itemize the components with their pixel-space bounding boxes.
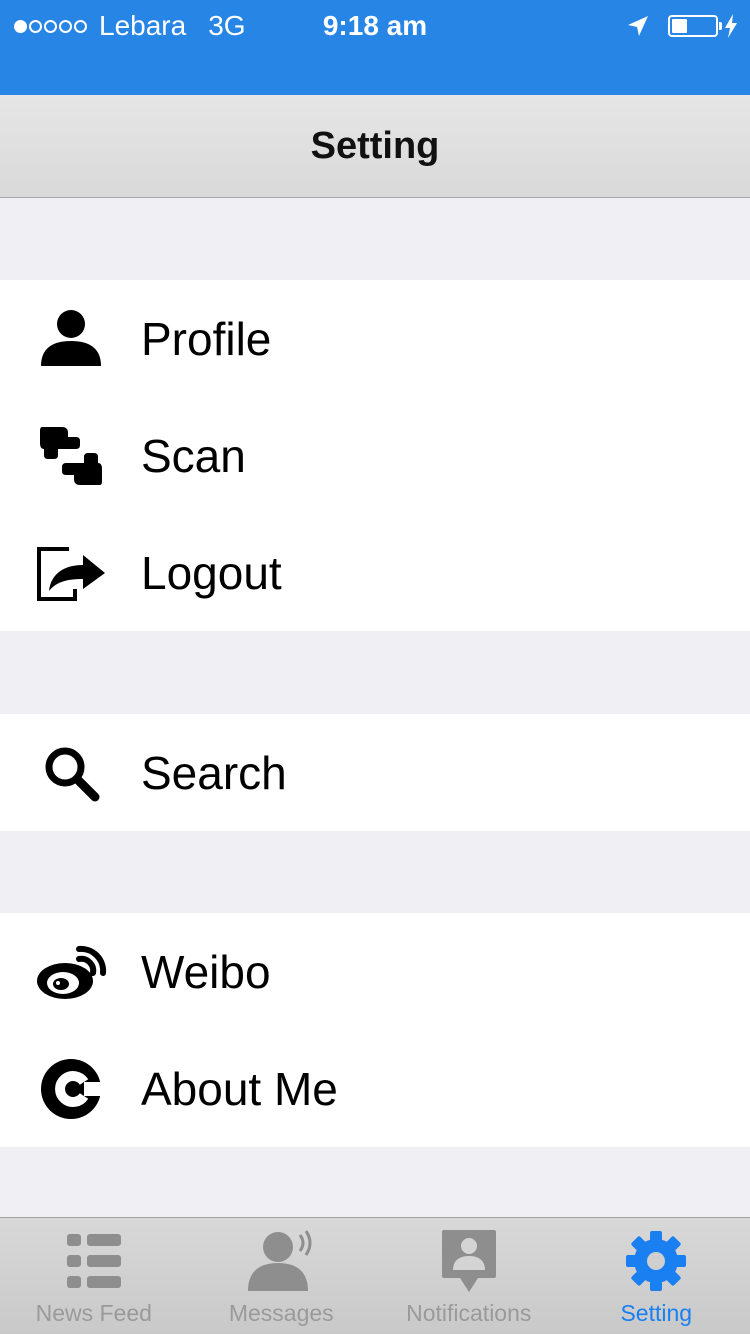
search-row[interactable]: Search — [0, 714, 750, 831]
gear-icon — [618, 1228, 694, 1294]
battery-icon — [668, 15, 722, 37]
logout-row[interactable]: Logout — [0, 514, 750, 631]
status-right — [626, 8, 738, 44]
person-speaking-icon — [243, 1228, 319, 1294]
list-icon — [56, 1228, 132, 1294]
scan-row[interactable]: Scan — [0, 397, 750, 514]
tab-notifications-label: Notifications — [406, 1300, 532, 1326]
weibo-icon — [34, 939, 108, 1005]
tab-messages-label: Messages — [228, 1300, 334, 1326]
location-arrow-icon — [628, 16, 648, 36]
search-label: Search — [141, 746, 287, 799]
tab-messages[interactable]: Messages — [188, 1218, 376, 1334]
scan-icon — [34, 423, 108, 489]
about-me-label: About Me — [141, 1062, 338, 1115]
about-me-icon — [34, 1056, 108, 1122]
page-title: Setting — [310, 124, 440, 167]
settings-group-account: Profile Scan Logout — [0, 280, 750, 631]
tab-notifications[interactable]: Notifications — [375, 1218, 563, 1334]
tab-bar: News Feed Messages Notifications Setting — [0, 1217, 750, 1334]
navigation-bar: Setting — [0, 95, 750, 198]
about-me-row[interactable]: About Me — [0, 1030, 750, 1147]
logout-label: Logout — [141, 546, 282, 599]
tab-setting[interactable]: Setting — [563, 1218, 750, 1334]
settings-screen: Lebara 3G 9:18 am Setting Profile Scan L… — [0, 0, 750, 1334]
profile-label: Profile — [141, 312, 272, 365]
person-icon — [34, 306, 108, 372]
scan-label: Scan — [141, 429, 246, 482]
tab-setting-label: Setting — [620, 1300, 693, 1326]
charging-bolt-icon — [725, 14, 737, 38]
tab-news-feed-label: News Feed — [35, 1300, 152, 1326]
contact-pin-icon — [431, 1228, 507, 1294]
profile-row[interactable]: Profile — [0, 280, 750, 397]
settings-group-about: Weibo About Me — [0, 913, 750, 1147]
weibo-row[interactable]: Weibo — [0, 913, 750, 1030]
search-icon — [34, 740, 108, 806]
logout-icon — [34, 540, 108, 606]
settings-group-search: Search — [0, 714, 750, 831]
status-bar: Lebara 3G 9:18 am — [0, 0, 750, 95]
weibo-label: Weibo — [141, 945, 271, 998]
tab-news-feed[interactable]: News Feed — [0, 1218, 188, 1334]
